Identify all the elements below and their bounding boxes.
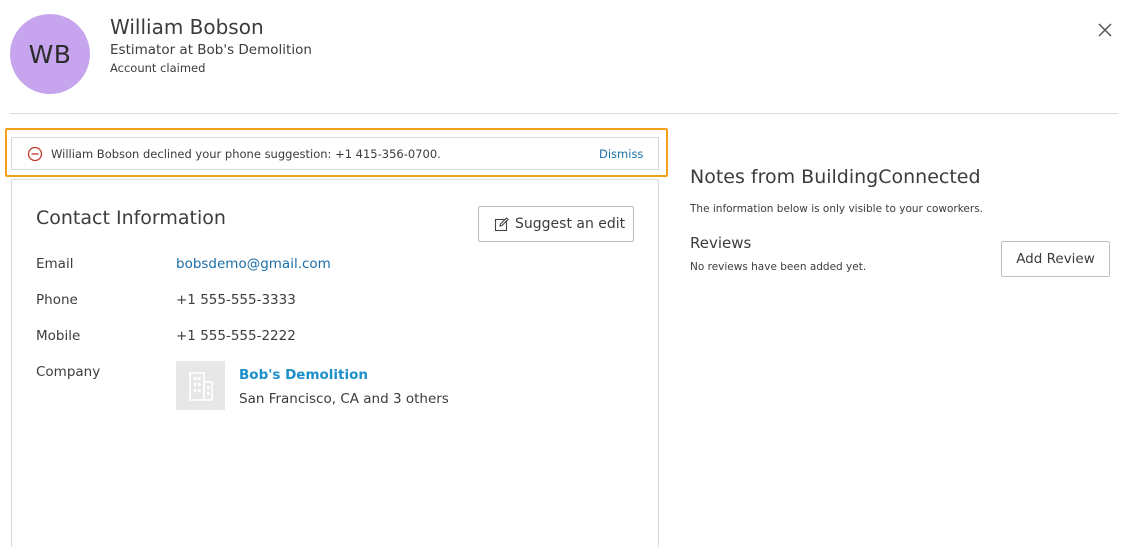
company-label: Company [36, 364, 101, 380]
header-divider [10, 113, 1118, 114]
profile-title: Estimator at Bob's Demolition [110, 42, 312, 58]
alert-message: William Bobson declined your phone sugge… [51, 147, 441, 161]
phone-value: +1 555-555-3333 [176, 292, 296, 308]
mobile-value: +1 555-555-2222 [176, 328, 296, 344]
suggest-edit-label: Suggest an edit [515, 216, 626, 232]
mobile-label: Mobile [36, 328, 81, 344]
avatar: WB [10, 14, 90, 94]
reviews-empty-message: No reviews have been added yet. [690, 261, 867, 273]
close-button[interactable] [1096, 21, 1114, 39]
decline-alert: William Bobson declined your phone sugge… [11, 137, 659, 170]
contact-information-card: Contact Information Suggest an edit Emai… [11, 179, 659, 547]
contact-title: Contact Information [36, 207, 226, 229]
company-location: San Francisco, CA and 3 others [239, 391, 449, 407]
account-status: Account claimed [110, 61, 206, 75]
notes-subtitle: The information below is only visible to… [690, 203, 984, 215]
reviews-title: Reviews [690, 234, 752, 252]
edit-icon [494, 216, 509, 231]
profile-header: WB William Bobson Estimator at Bob's Dem… [0, 0, 1127, 114]
email-label: Email [36, 256, 74, 272]
company-logo [176, 361, 225, 410]
add-review-button[interactable]: Add Review [1001, 241, 1110, 277]
phone-label: Phone [36, 292, 78, 308]
dismiss-button[interactable]: Dismiss [599, 147, 643, 161]
company-name-link[interactable]: Bob's Demolition [239, 367, 368, 383]
suggest-edit-button[interactable]: Suggest an edit [478, 206, 634, 242]
profile-name: William Bobson [110, 15, 264, 39]
notes-title: Notes from BuildingConnected [690, 166, 981, 188]
email-link[interactable]: bobsdemo@gmail.com [176, 256, 331, 272]
building-icon [188, 371, 213, 401]
declined-circle-icon [27, 146, 43, 162]
close-icon [1098, 23, 1112, 37]
